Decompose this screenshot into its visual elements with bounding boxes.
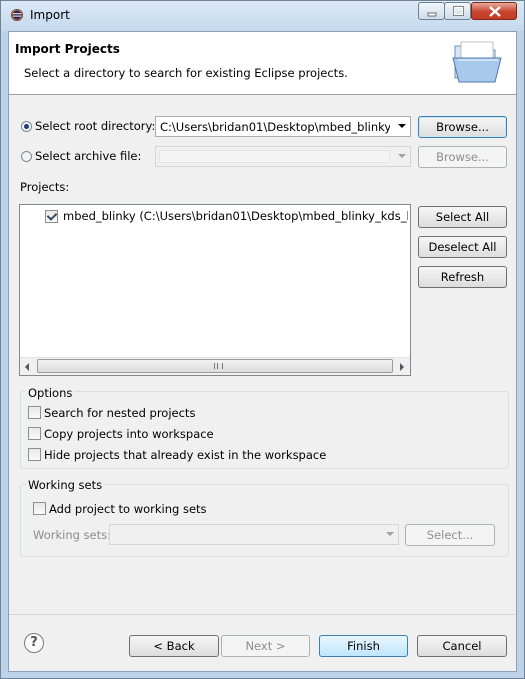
select-working-sets-button[interactable]: Select... bbox=[405, 524, 495, 546]
dialog-header: Import Projects Select a directory to se… bbox=[9, 32, 516, 95]
help-icon[interactable]: ? bbox=[24, 633, 44, 653]
project-label: mbed_blinky (C:\Users\bridan01\Desktop\m… bbox=[63, 209, 408, 223]
search-nested-checkbox[interactable] bbox=[28, 406, 41, 419]
select-all-button[interactable]: Select All bbox=[418, 206, 507, 228]
page-description: Select a directory to search for existin… bbox=[24, 66, 348, 80]
archive-file-label: Select archive file: bbox=[35, 149, 142, 163]
maximize-button[interactable] bbox=[444, 2, 471, 20]
back-button[interactable]: < Back bbox=[129, 635, 219, 657]
footer-divider bbox=[9, 614, 516, 615]
grip-icon bbox=[214, 363, 223, 369]
maximize-icon bbox=[453, 6, 464, 16]
close-icon bbox=[489, 6, 501, 17]
root-directory-radio[interactable] bbox=[21, 121, 32, 132]
deselect-all-button[interactable]: Deselect All bbox=[418, 236, 507, 258]
copy-projects-label: Copy projects into workspace bbox=[44, 427, 214, 441]
close-button[interactable] bbox=[471, 2, 517, 20]
cancel-button[interactable]: Cancel bbox=[417, 635, 507, 657]
refresh-button[interactable]: Refresh bbox=[418, 266, 507, 288]
chevron-down-icon bbox=[398, 154, 406, 158]
scroll-left-icon[interactable] bbox=[25, 363, 29, 371]
hide-existing-checkbox[interactable] bbox=[28, 448, 41, 461]
projects-list[interactable]: mbed_blinky (C:\Users\bridan01\Desktop\m… bbox=[19, 204, 411, 376]
root-directory-label: Select root directory: bbox=[35, 119, 156, 133]
eclipse-icon bbox=[11, 9, 23, 21]
window-title: Import bbox=[30, 8, 70, 22]
archive-file-combo[interactable] bbox=[155, 146, 411, 167]
page-title: Import Projects bbox=[15, 42, 120, 56]
browse-directory-button[interactable]: Browse... bbox=[418, 116, 507, 138]
working-sets-title: Working sets bbox=[26, 478, 105, 492]
scrollbar-thumb[interactable] bbox=[37, 359, 393, 373]
dialog-body: Import Projects Select a directory to se… bbox=[8, 31, 517, 672]
search-nested-label: Search for nested projects bbox=[44, 406, 196, 420]
list-item[interactable]: mbed_blinky (C:\Users\bridan01\Desktop\m… bbox=[20, 205, 410, 225]
next-button[interactable]: Next > bbox=[221, 635, 310, 657]
add-to-working-sets-checkbox[interactable] bbox=[33, 502, 46, 515]
hide-existing-label: Hide projects that already exist in the … bbox=[44, 448, 327, 462]
archive-file-radio[interactable] bbox=[21, 151, 32, 162]
browse-archive-button[interactable]: Browse... bbox=[418, 146, 507, 168]
project-checkbox[interactable] bbox=[45, 210, 58, 223]
import-window: Import Import Projects Select a director… bbox=[0, 0, 525, 679]
chevron-down-icon bbox=[386, 532, 394, 536]
title-bar[interactable]: Import bbox=[1, 1, 524, 31]
chevron-down-icon bbox=[398, 124, 406, 128]
options-title: Options bbox=[26, 386, 75, 400]
working-sets-combo[interactable] bbox=[109, 524, 399, 545]
folder-icon bbox=[452, 41, 502, 83]
root-directory-value: C:\Users\bridan01\Desktop\mbed_blinky_kd… bbox=[160, 120, 390, 134]
working-sets-label: Working sets: bbox=[33, 528, 112, 542]
root-directory-combo[interactable]: C:\Users\bridan01\Desktop\mbed_blinky_kd… bbox=[155, 116, 411, 137]
working-sets-group bbox=[20, 484, 509, 557]
horizontal-scrollbar[interactable] bbox=[20, 357, 410, 375]
finish-button[interactable]: Finish bbox=[319, 635, 408, 657]
archive-file-value bbox=[159, 150, 390, 163]
scroll-right-icon[interactable] bbox=[400, 363, 404, 371]
projects-label: Projects: bbox=[20, 180, 70, 194]
minimize-button[interactable] bbox=[418, 2, 445, 20]
copy-projects-checkbox[interactable] bbox=[28, 427, 41, 440]
add-to-working-sets-label: Add project to working sets bbox=[49, 502, 207, 516]
minimize-icon bbox=[427, 12, 437, 17]
